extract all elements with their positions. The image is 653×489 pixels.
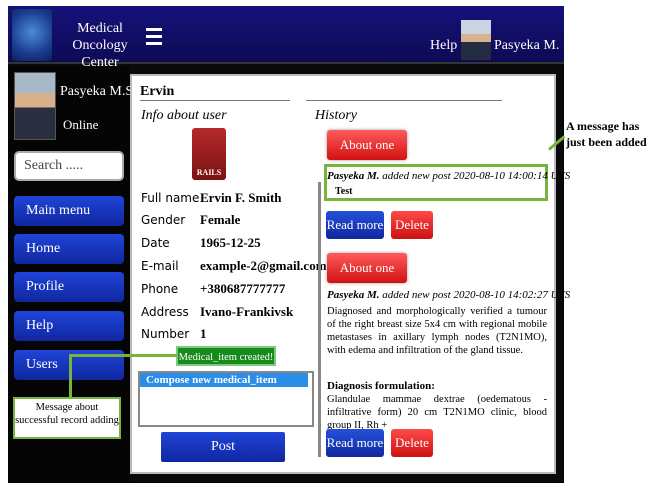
field-value-gender: Female xyxy=(200,212,241,227)
hamburger-menu-icon[interactable] xyxy=(146,28,162,50)
post-body: Diagnosed and morphologically verified a… xyxy=(327,306,547,356)
help-link[interactable]: Help xyxy=(430,38,457,54)
post-author: Pasyeka M. xyxy=(327,289,380,301)
field-value-address: Ivano-Frankivsk xyxy=(200,304,294,319)
sidebar-item-home[interactable]: Home xyxy=(14,234,124,264)
app-title-line1: Medical xyxy=(77,21,123,36)
delete-button[interactable]: Delete xyxy=(391,211,433,239)
logo-icon xyxy=(12,9,52,61)
delete-button[interactable]: Delete xyxy=(391,429,433,457)
info-section-title: Info about user xyxy=(141,108,227,123)
sidebar-item-main-menu[interactable]: Main menu xyxy=(14,196,124,226)
diagnosis-formulation-body: Glandulae mammae dextrae (oedematous - i… xyxy=(327,394,547,431)
post-header: Pasyeka M. added new post 2020-08-10 14:… xyxy=(327,289,570,301)
left-annotation: Message about successful record adding xyxy=(13,397,121,439)
sidebar-user-status: Online xyxy=(63,117,99,132)
post-action: added new post xyxy=(382,289,451,301)
post-action: added new post xyxy=(382,170,451,182)
post-datetime: 2020-08-10 14:00:14 UTS xyxy=(453,170,571,182)
post-title: Test xyxy=(335,186,353,197)
post-author: Pasyeka M. xyxy=(327,170,380,182)
field-label-address: Address xyxy=(141,305,189,319)
field-value-email: example-2@gmail.com xyxy=(200,258,327,273)
post-datetime: 2020-08-10 14:02:27 UTS xyxy=(453,289,571,301)
field-label-number: Number xyxy=(141,327,190,341)
success-toast: Medical_item created! xyxy=(176,346,276,366)
post-button[interactable]: Post xyxy=(161,432,285,462)
diagnosis-formulation-title: Diagnosis formulation: xyxy=(327,380,435,392)
header-avatar[interactable] xyxy=(461,20,491,60)
sidebar-avatar xyxy=(14,72,56,140)
field-value-phone: +380687777777 xyxy=(200,281,286,296)
field-label-gender: Gender xyxy=(141,213,186,227)
history-divider xyxy=(306,100,502,101)
history-group-label[interactable]: About one month xyxy=(327,130,407,182)
header-user-name[interactable]: Pasyeka M. xyxy=(494,38,559,54)
sidebar-user-name: Pasyeka M.S. xyxy=(60,84,137,99)
read-more-button[interactable]: Read more xyxy=(326,211,384,239)
field-value-number: 1 xyxy=(200,326,207,341)
history-title: History xyxy=(315,108,357,123)
field-label-date: Date xyxy=(141,236,170,250)
post-header: Pasyeka M. added new post 2020-08-10 14:… xyxy=(327,170,570,182)
sidebar-item-profile[interactable]: Profile xyxy=(14,272,124,302)
field-label-phone: Phone xyxy=(141,282,179,296)
compose-header: Compose new medical_item xyxy=(140,373,308,387)
breadcrumb-divider xyxy=(140,100,290,101)
search-input[interactable]: Search ..... xyxy=(14,151,124,181)
left-callout-line xyxy=(69,356,72,398)
right-annotation: A message has just been added xyxy=(566,119,647,149)
rails-logo-icon: RAILS xyxy=(192,128,226,180)
breadcrumb: Ervin xyxy=(140,84,175,99)
rails-logo-text: RAILS xyxy=(196,168,222,177)
history-timeline xyxy=(318,182,321,457)
field-label-email: E-mail xyxy=(141,259,179,273)
read-more-button[interactable]: Read more xyxy=(326,429,384,457)
history-group-label[interactable]: About one month xyxy=(327,253,407,305)
field-value-full-name: Ervin F. Smith xyxy=(200,190,282,205)
sidebar-item-help[interactable]: Help xyxy=(14,311,124,341)
left-callout-line xyxy=(69,354,177,357)
field-value-date: 1965-12-25 xyxy=(200,235,261,250)
app-title: Medical Oncology Center xyxy=(56,20,144,71)
field-label-full-name: Full name xyxy=(141,191,200,205)
